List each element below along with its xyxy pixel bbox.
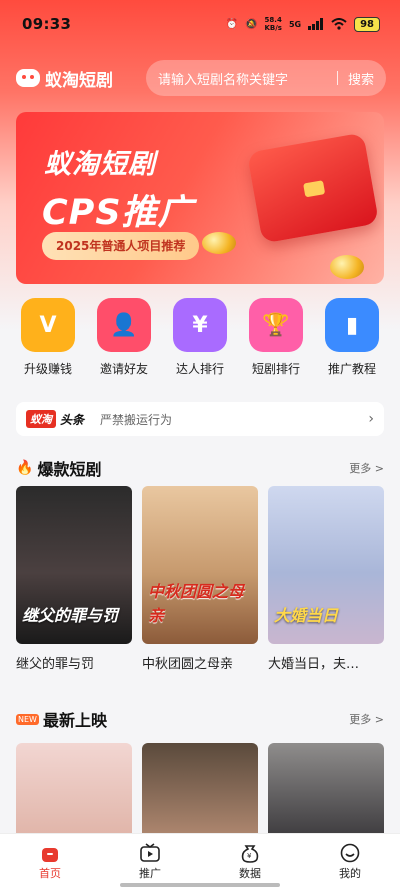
hot-section-header: 🔥 爆款短剧 更多 > [16, 456, 384, 480]
poster-title: 大婚当日 [274, 606, 339, 625]
quick-action-label: 邀请好友 [99, 362, 148, 376]
quick-action-drama-rank[interactable]: 🏆 短剧排行 [238, 298, 314, 378]
tab-label: 首页 [39, 866, 61, 880]
drama-card[interactable] [142, 743, 258, 838]
network-type: 5G [288, 19, 302, 29]
banner-title: 蚁淘短剧 [44, 149, 156, 180]
drama-card[interactable]: 继父的罪与罚 继父的罪与罚 [16, 486, 132, 672]
drama-card[interactable] [16, 743, 132, 838]
drama-card[interactable]: 大婚当日 大婚当日，夫… [268, 486, 384, 672]
quick-action-invite[interactable]: 👤 邀请好友 [86, 298, 162, 378]
search-input[interactable]: 请输入短剧名称关键字 [158, 69, 327, 88]
drama-name: 中秋团圆之母亲 [142, 657, 234, 672]
battery-level: 98 [354, 16, 380, 32]
tab-label: 推广 [139, 866, 161, 880]
book-icon: ▮ [325, 298, 379, 352]
home-indicator [120, 883, 280, 887]
drama-poster[interactable] [142, 743, 258, 838]
alarm-icon: ⏰ [225, 18, 238, 30]
app-header: 蚁淘短剧 请输入短剧名称关键字 搜索 [16, 58, 386, 98]
quick-action-tutorial[interactable]: ▮ 推广教程 [314, 298, 390, 378]
hot-drama-list: 继父的罪与罚 继父的罪与罚 中秋团圆之母亲 中秋团圆之母亲 大婚当日 大婚当日，… [16, 486, 384, 672]
quick-actions: V 升级赚钱 👤 邀请好友 ¥ 达人排行 🏆 短剧排行 ▮ 推广教程 [10, 298, 390, 378]
drama-card[interactable] [268, 743, 384, 838]
gold-coin-icon [202, 232, 236, 254]
search-bar[interactable]: 请输入短剧名称关键字 搜索 [146, 60, 386, 96]
signal-icon [308, 18, 324, 30]
tab-label: 我的 [339, 866, 361, 880]
money-bag-icon: ¥ [241, 844, 259, 863]
fire-icon: 🔥 [16, 460, 34, 476]
mute-icon: 🔕 [245, 18, 258, 30]
search-divider [336, 71, 338, 85]
more-link[interactable]: 更多 > [349, 460, 384, 476]
drama-poster[interactable]: 继父的罪与罚 [16, 486, 132, 644]
red-envelope-icon [246, 132, 380, 244]
tab-label: 数据 [239, 866, 261, 880]
invite-user-icon: 👤 [97, 298, 151, 352]
new-drama-list [16, 743, 384, 838]
quick-action-upgrade[interactable]: V 升级赚钱 [10, 298, 86, 378]
quick-action-label: 推广教程 [327, 362, 376, 376]
new-badge-icon: NEW [16, 713, 39, 725]
drama-poster[interactable]: 大婚当日 [268, 486, 384, 644]
notice-head: 头条 [60, 412, 85, 427]
status-bar: 09:33 ⏰ 🔕 58.4 KB/s 5G 98 [0, 0, 400, 48]
svg-text:¥: ¥ [247, 852, 252, 860]
banner-subtitle: CPS推广 [42, 193, 194, 233]
more-link[interactable]: 更多 > [349, 711, 384, 727]
tab-home[interactable]: 首页 [0, 834, 100, 889]
quick-action-label: 升级赚钱 [23, 362, 72, 376]
promo-banner[interactable]: 蚁淘短剧 CPS推广 2025年普通人项目推荐 ✦ [16, 112, 384, 284]
drama-card[interactable]: 中秋团圆之母亲 中秋团圆之母亲 [142, 486, 258, 672]
quick-action-influencer-rank[interactable]: ¥ 达人排行 [162, 298, 238, 378]
speed-value: 58.4 [264, 16, 282, 24]
status-indicators: ⏰ 🔕 58.4 KB/s 5G 98 [226, 16, 380, 32]
drama-poster[interactable] [16, 743, 132, 838]
new-section-header: NEW 最新上映 更多 > [16, 707, 384, 731]
bottom-tab-bar: 首页 推广 ¥ 数据 我的 [0, 833, 400, 889]
drama-name: 大婚当日，夫… [268, 657, 360, 672]
network-speed: 58.4 KB/s [264, 16, 281, 32]
speed-unit: KB/s [264, 24, 282, 32]
upgrade-icon: V [21, 298, 75, 352]
drama-name: 继父的罪与罚 [16, 657, 95, 672]
tv-icon [140, 842, 160, 862]
money-bag-icon: ¥ [173, 298, 227, 352]
trophy-icon: 🏆 [249, 298, 303, 352]
drama-poster[interactable]: 中秋团圆之母亲 [142, 486, 258, 644]
tab-promote[interactable]: 推广 [100, 834, 200, 889]
search-button[interactable]: 搜索 [348, 69, 374, 88]
section-title: 最新上映 [42, 711, 107, 730]
gold-coin-icon [330, 255, 364, 279]
app-logo: 蚁淘短剧 [16, 66, 113, 91]
quick-action-label: 达人排行 [175, 362, 224, 376]
ant-logo-icon [16, 69, 40, 87]
poster-title: 中秋团圆之母亲 [148, 582, 245, 625]
logo-text: 蚁淘短剧 [45, 70, 113, 91]
drama-poster[interactable] [268, 743, 384, 838]
notice-text: 严禁搬运行为 [100, 412, 173, 427]
poster-title: 继父的罪与罚 [22, 606, 119, 625]
wifi-icon [331, 18, 347, 30]
smile-face-icon [340, 843, 360, 862]
news-ticker[interactable]: 蚁淘 头条 严禁搬运行为 › [16, 402, 384, 436]
tab-data[interactable]: ¥ 数据 [200, 834, 300, 889]
chevron-right-icon: › [368, 411, 374, 427]
tab-profile[interactable]: 我的 [300, 834, 400, 889]
status-time: 09:33 [22, 15, 72, 33]
banner-pill: 2025年普通人项目推荐 [42, 232, 200, 260]
section-title: 爆款短剧 [37, 460, 102, 479]
home-icon [42, 847, 58, 862]
quick-action-label: 短剧排行 [251, 362, 300, 376]
notice-tag: 蚁淘 [26, 410, 56, 428]
